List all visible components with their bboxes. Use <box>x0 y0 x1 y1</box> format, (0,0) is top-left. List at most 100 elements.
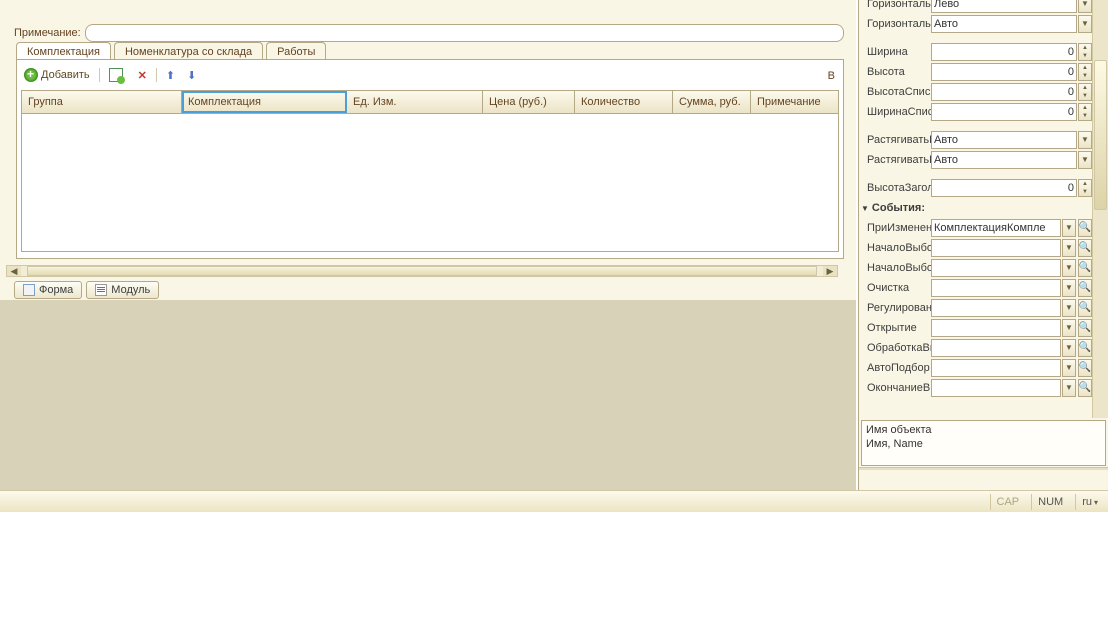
ev-startsel2-field[interactable] <box>931 259 1061 277</box>
delete-button[interactable]: ✕ <box>135 67 150 84</box>
ev-procsel-search[interactable]: 🔍 <box>1078 339 1092 357</box>
col-price[interactable]: Цена (руб.) <box>483 91 575 113</box>
hscrollbar[interactable]: ◀ ▶ <box>6 265 838 277</box>
ev-startsel-dd[interactable]: ▼ <box>1062 239 1076 257</box>
prop-wlist-spin[interactable]: ▲▼ <box>1078 103 1092 121</box>
ev-clear-label: Очистка <box>859 282 931 294</box>
ev-onchange-search[interactable]: 🔍 <box>1078 219 1092 237</box>
col-komplekt[interactable]: Комплектация <box>182 91 347 113</box>
ev-open-label: Открытие <box>859 322 931 334</box>
status-num: NUM <box>1031 494 1069 510</box>
ev-regul-field[interactable] <box>931 299 1061 317</box>
ev-clear-field[interactable] <box>931 279 1061 297</box>
prop-headerh-spin[interactable]: ▲▼ <box>1078 179 1092 197</box>
hscroll-thumb[interactable] <box>27 266 817 276</box>
ev-autopick-field[interactable] <box>931 359 1061 377</box>
ev-onchange-dd[interactable]: ▼ <box>1062 219 1076 237</box>
prop-headerh-label: ВысотаЗагол <box>859 182 931 194</box>
status-bar: CAP NUM ru <box>0 490 1108 512</box>
prop-stretch1-label: РастягиватьГ <box>859 134 931 146</box>
col-note[interactable]: Примечание <box>751 91 831 113</box>
status-cap: CAP <box>990 494 1026 510</box>
bottom-tab-form[interactable]: Форма <box>14 281 82 299</box>
prop-hpos2-field[interactable]: Авто <box>931 15 1077 33</box>
prop-stretch1-dd[interactable]: ▼ <box>1078 131 1092 149</box>
property-hint: Имя объекта Имя, Name <box>861 420 1106 466</box>
ev-clear-dd[interactable]: ▼ <box>1062 279 1076 297</box>
prop-height-label: Высота <box>859 66 931 78</box>
ev-open-search[interactable]: 🔍 <box>1078 319 1092 337</box>
prop-wlist-field[interactable]: 0 <box>931 103 1077 121</box>
hscroll-right[interactable]: ▶ <box>823 266 837 276</box>
prop-stretch2-field[interactable]: Авто <box>931 151 1077 169</box>
hscroll-left[interactable]: ◀ <box>7 266 21 276</box>
ev-procsel-dd[interactable]: ▼ <box>1062 339 1076 357</box>
prop-hlist-label: ВысотаСписк <box>859 86 931 98</box>
prop-hpos1-field[interactable]: Лево <box>931 0 1077 13</box>
ev-endinput-search[interactable]: 🔍 <box>1078 379 1092 397</box>
col-qty[interactable]: Количество <box>575 91 673 113</box>
ev-startsel-field[interactable] <box>931 239 1061 257</box>
note-label: Примечание: <box>14 27 81 39</box>
note-input[interactable] <box>85 24 844 42</box>
moveup-button[interactable]: ⬆ <box>163 67 178 84</box>
arrow-down-icon: ⬇ <box>187 69 196 82</box>
ev-endinput-dd[interactable]: ▼ <box>1062 379 1076 397</box>
ev-autopick-dd[interactable]: ▼ <box>1062 359 1076 377</box>
btab-form-label: Форма <box>39 284 73 296</box>
ev-startsel-label: НачалоВыбор <box>859 242 931 254</box>
events-header[interactable]: ▼ События: <box>859 198 1092 218</box>
prop-height-spin[interactable]: ▲▼ <box>1078 63 1092 81</box>
ev-regul-label: Регулировани <box>859 302 931 314</box>
prop-width-label: Ширина <box>859 46 931 58</box>
delete-icon: ✕ <box>138 69 147 82</box>
module-icon <box>95 284 107 296</box>
prop-wlist-label: ШиринаСписк <box>859 106 931 118</box>
prop-width-spin[interactable]: ▲▼ <box>1078 43 1092 61</box>
ev-autopick-search[interactable]: 🔍 <box>1078 359 1092 377</box>
ev-startsel-search[interactable]: 🔍 <box>1078 239 1092 257</box>
props-scrollbar[interactable] <box>1092 0 1108 418</box>
ev-onchange-label: ПриИзменени <box>859 222 931 234</box>
hint-resize-handle[interactable] <box>859 467 1108 470</box>
ev-onchange-field[interactable]: КомплектацияКомпле <box>931 219 1061 237</box>
status-lang[interactable]: ru <box>1075 494 1104 510</box>
props-scroll-thumb[interactable] <box>1094 60 1107 210</box>
prop-hlist-spin[interactable]: ▲▼ <box>1078 83 1092 101</box>
ev-startsel2-label: НачалоВыбор <box>859 262 931 274</box>
toolbar-sep <box>99 68 100 82</box>
ev-procsel-field[interactable] <box>931 339 1061 357</box>
prop-height-field[interactable]: 0 <box>931 63 1077 81</box>
ev-open-field[interactable] <box>931 319 1061 337</box>
ev-startsel2-dd[interactable]: ▼ <box>1062 259 1076 277</box>
ev-endinput-label: ОкончаниеВв <box>859 382 931 394</box>
prop-hpos1-dd[interactable]: ▼ <box>1078 0 1092 13</box>
movedown-button[interactable]: ⬇ <box>184 67 199 84</box>
ev-autopick-label: АвтоПодбор <box>859 362 931 374</box>
prop-hlist-field[interactable]: 0 <box>931 83 1077 101</box>
prop-hpos2-label: Горизонтальн <box>859 18 931 30</box>
ev-open-dd[interactable]: ▼ <box>1062 319 1076 337</box>
chevron-down-icon: ▼ <box>861 204 869 213</box>
ev-regul-search[interactable]: 🔍 <box>1078 299 1092 317</box>
prop-headerh-field[interactable]: 0 <box>931 179 1077 197</box>
bottom-tab-module[interactable]: Модуль <box>86 281 159 299</box>
properties-panel: Горизонтальн Лево ▼ Горизонтальн Авто ▼ … <box>858 0 1108 492</box>
col-unit[interactable]: Ед. Изм. <box>347 91 483 113</box>
col-group[interactable]: Группа <box>22 91 182 113</box>
prop-stretch2-dd[interactable]: ▼ <box>1078 151 1092 169</box>
prop-hpos2-dd[interactable]: ▼ <box>1078 15 1092 33</box>
ev-startsel2-search[interactable]: 🔍 <box>1078 259 1092 277</box>
data-grid[interactable]: Группа Комплектация Ед. Изм. Цена (руб.)… <box>21 90 839 252</box>
form-icon <box>23 284 35 296</box>
btab-module-label: Модуль <box>111 284 150 296</box>
prop-stretch1-field[interactable]: Авто <box>931 131 1077 149</box>
add-button[interactable]: Добавить <box>21 66 93 84</box>
copy-button[interactable] <box>106 66 129 84</box>
ev-endinput-field[interactable] <box>931 379 1061 397</box>
prop-width-field[interactable]: 0 <box>931 43 1077 61</box>
ev-regul-dd[interactable]: ▼ <box>1062 299 1076 317</box>
copy-icon <box>109 68 123 82</box>
col-sum[interactable]: Сумма, руб. <box>673 91 751 113</box>
ev-clear-search[interactable]: 🔍 <box>1078 279 1092 297</box>
